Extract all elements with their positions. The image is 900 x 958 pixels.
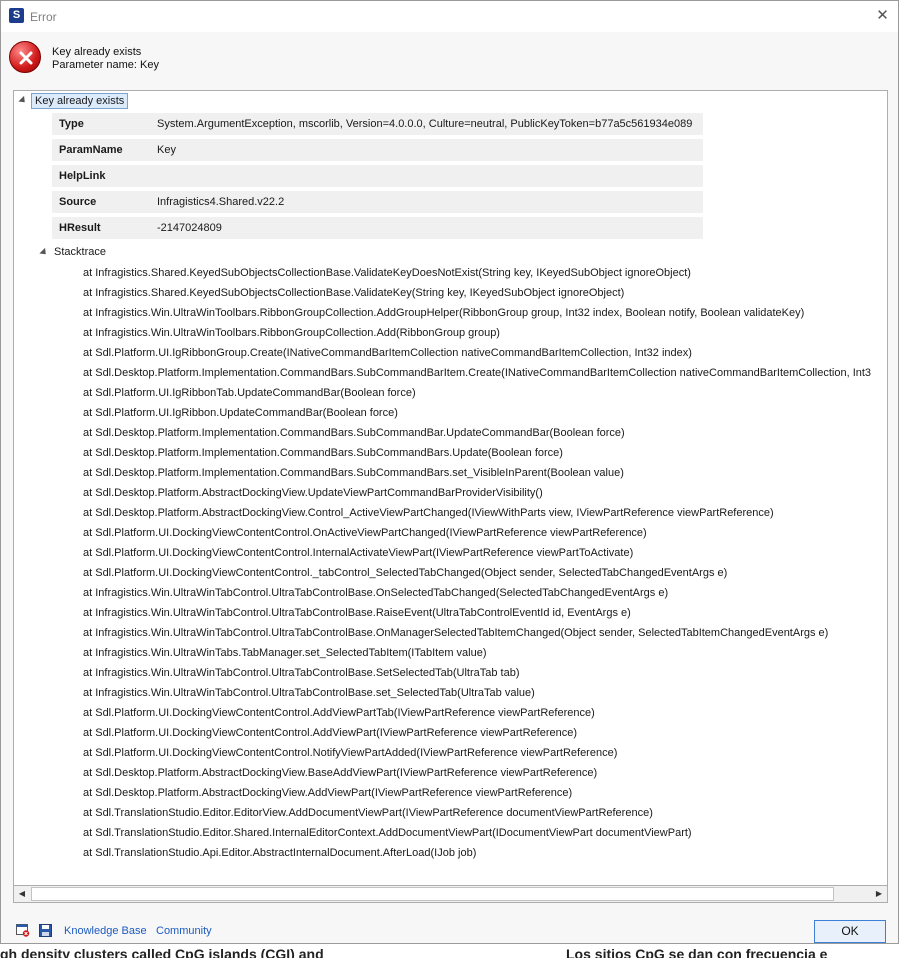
collapse-arrow-icon[interactable] bbox=[18, 95, 28, 106]
app-icon: S bbox=[9, 8, 24, 23]
property-row[interactable]: Type System.ArgumentException, mscorlib, … bbox=[52, 113, 703, 135]
scroll-right-icon[interactable]: ▶ bbox=[871, 886, 887, 902]
property-key: HResult bbox=[59, 222, 101, 234]
stacktrace-line[interactable]: at Sdl.Desktop.Platform.Implementation.C… bbox=[83, 467, 624, 479]
stacktrace-line[interactable]: at Sdl.Platform.UI.IgRibbonTab.UpdateCom… bbox=[83, 387, 416, 399]
stacktrace-node[interactable]: Stacktrace bbox=[54, 246, 106, 258]
error-dialog: S Error ✕ Key already exists Parameter n… bbox=[0, 0, 899, 944]
error-icon bbox=[9, 41, 41, 73]
error-message-title: Key already exists bbox=[52, 46, 142, 58]
stacktrace-line[interactable]: at Sdl.Desktop.Platform.AbstractDockingV… bbox=[83, 507, 774, 519]
close-window-icon[interactable] bbox=[16, 924, 30, 937]
stacktrace-line[interactable]: at Infragistics.Win.UltraWinTabs.TabMana… bbox=[83, 647, 487, 659]
property-key: HelpLink bbox=[59, 170, 106, 182]
stacktrace-line[interactable]: at Infragistics.Win.UltraWinTabControl.U… bbox=[83, 627, 828, 639]
scrollbar-thumb[interactable] bbox=[31, 887, 834, 901]
stacktrace-line[interactable]: at Sdl.Platform.UI.DockingViewContentCon… bbox=[83, 547, 633, 559]
stacktrace-line[interactable]: at Sdl.Platform.UI.DockingViewContentCon… bbox=[83, 747, 617, 759]
stacktrace-line[interactable]: at Infragistics.Win.UltraWinToolbars.Rib… bbox=[83, 307, 804, 319]
tree-root-node[interactable]: Key already exists bbox=[31, 93, 129, 109]
background-document-strip: gh density clusters called CpG islands (… bbox=[0, 944, 900, 958]
property-key: Type bbox=[59, 118, 84, 130]
ok-button[interactable]: OK bbox=[814, 920, 886, 943]
stacktrace-line[interactable]: at Sdl.Desktop.Platform.AbstractDockingV… bbox=[83, 487, 543, 499]
property-value: -2147024809 bbox=[157, 222, 222, 234]
property-value: Key bbox=[157, 144, 176, 156]
stacktrace-line[interactable]: at Sdl.TranslationStudio.Editor.EditorVi… bbox=[83, 807, 653, 819]
stacktrace-line[interactable]: at Sdl.Platform.UI.DockingViewContentCon… bbox=[83, 527, 647, 539]
stacktrace-line[interactable]: at Infragistics.Shared.KeyedSubObjectsCo… bbox=[83, 267, 691, 279]
property-row[interactable]: HResult -2147024809 bbox=[52, 217, 703, 239]
stacktrace-line[interactable]: at Infragistics.Win.UltraWinToolbars.Rib… bbox=[83, 327, 500, 339]
property-row[interactable]: Source Infragistics4.Shared.v22.2 bbox=[52, 191, 703, 213]
stacktrace-line[interactable]: at Sdl.Desktop.Platform.Implementation.C… bbox=[83, 427, 625, 439]
stacktrace-line[interactable]: at Sdl.TranslationStudio.Editor.Shared.I… bbox=[83, 827, 692, 839]
stacktrace-line[interactable]: at Sdl.Platform.UI.DockingViewContentCon… bbox=[83, 567, 727, 579]
stacktrace-line[interactable]: at Sdl.Platform.UI.DockingViewContentCon… bbox=[83, 727, 577, 739]
property-value: System.ArgumentException, mscorlib, Vers… bbox=[157, 118, 693, 130]
community-link[interactable]: Community bbox=[156, 925, 212, 937]
stacktrace-line[interactable]: at Sdl.Desktop.Platform.AbstractDockingV… bbox=[83, 767, 597, 779]
stacktrace-line[interactable]: at Infragistics.Win.UltraWinTabControl.U… bbox=[83, 607, 631, 619]
window-title: Error bbox=[30, 10, 57, 24]
stacktrace-line[interactable]: at Infragistics.Win.UltraWinTabControl.U… bbox=[83, 587, 668, 599]
stacktrace-line[interactable]: at Sdl.Desktop.Platform.AbstractDockingV… bbox=[83, 787, 572, 799]
stacktrace-line[interactable]: at Sdl.TranslationStudio.Api.Editor.Abst… bbox=[83, 847, 476, 859]
save-icon[interactable] bbox=[39, 924, 52, 937]
stacktrace-line[interactable]: at Infragistics.Win.UltraWinTabControl.U… bbox=[83, 667, 520, 679]
property-row[interactable]: ParamName Key bbox=[52, 139, 703, 161]
property-key: Source bbox=[59, 196, 97, 208]
error-message-param: Parameter name: Key bbox=[52, 59, 159, 71]
error-message: Key already exists Parameter name: Key bbox=[52, 46, 159, 72]
stacktrace-collapse-arrow-icon[interactable] bbox=[39, 247, 49, 258]
stacktrace-line[interactable]: at Sdl.Desktop.Platform.Implementation.C… bbox=[83, 447, 563, 459]
stacktrace-line[interactable]: at Sdl.Platform.UI.IgRibbon.UpdateComman… bbox=[83, 407, 398, 419]
stacktrace-line[interactable]: at Sdl.Platform.UI.IgRibbonGroup.Create(… bbox=[83, 347, 692, 359]
close-button[interactable]: ✕ bbox=[867, 3, 898, 30]
stacktrace-line[interactable]: at Infragistics.Win.UltraWinTabControl.U… bbox=[83, 687, 535, 699]
title-bar: S Error ✕ bbox=[1, 1, 898, 32]
background-text-right: Los sitios CpG se dan con frecuencia e bbox=[566, 946, 828, 958]
property-value: Infragistics4.Shared.v22.2 bbox=[157, 196, 285, 208]
stacktrace-line[interactable]: at Infragistics.Shared.KeyedSubObjectsCo… bbox=[83, 287, 624, 299]
scroll-left-icon[interactable]: ◀ bbox=[14, 886, 30, 902]
horizontal-scrollbar[interactable]: ◀ ▶ bbox=[13, 885, 888, 903]
background-text-left: gh density clusters called CpG islands (… bbox=[0, 946, 324, 958]
exception-tree[interactable]: Key already exists Type System.ArgumentEx… bbox=[13, 90, 888, 887]
stacktrace-line[interactable]: at Sdl.Desktop.Platform.Implementation.C… bbox=[83, 367, 871, 379]
property-key: ParamName bbox=[59, 144, 123, 156]
knowledge-base-link[interactable]: Knowledge Base bbox=[64, 925, 147, 937]
stacktrace-line[interactable]: at Sdl.Platform.UI.DockingViewContentCon… bbox=[83, 707, 595, 719]
property-row[interactable]: HelpLink bbox=[52, 165, 703, 187]
